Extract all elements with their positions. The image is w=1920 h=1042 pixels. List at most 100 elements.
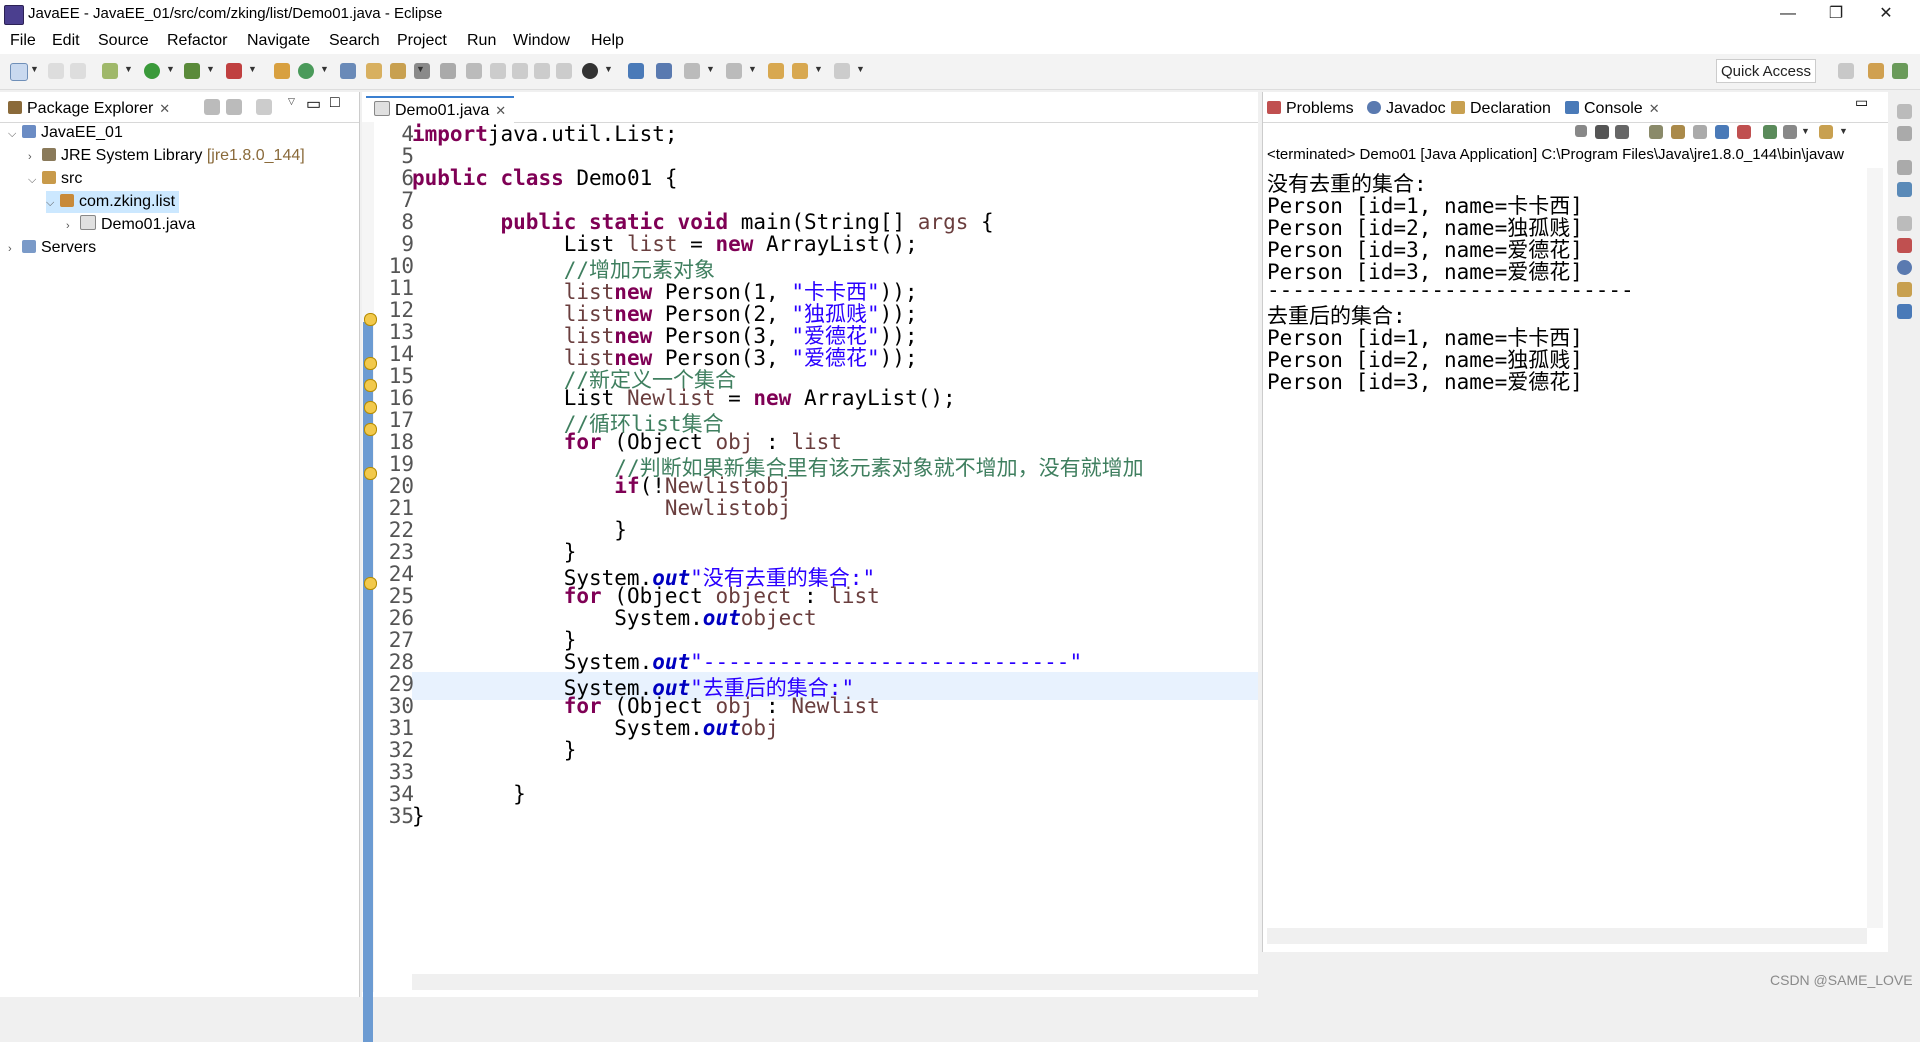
code-line[interactable]: public static void main(String[] args { xyxy=(412,210,994,234)
declaration-icon[interactable] xyxy=(1897,282,1912,297)
warning-icon[interactable] xyxy=(364,577,377,590)
chevron-down-icon[interactable]: ⌵ xyxy=(28,169,42,191)
chevron-down-icon[interactable]: ▼ xyxy=(706,64,715,74)
remove-all-icon[interactable] xyxy=(1615,125,1629,139)
chevron-down-icon[interactable]: ▼ xyxy=(206,64,215,74)
restore-icon[interactable] xyxy=(1897,104,1912,119)
collapse-all-icon[interactable] xyxy=(204,99,220,115)
link-with-editor-icon[interactable] xyxy=(226,99,242,115)
chevron-down-icon[interactable]: ▼ xyxy=(30,64,39,74)
new-class-icon[interactable] xyxy=(298,63,314,79)
menu-help[interactable]: Help xyxy=(591,32,624,50)
minimize-view-icon[interactable]: ▭ xyxy=(306,94,321,114)
code-line[interactable]: Newlistobj xyxy=(412,496,791,520)
warning-icon[interactable] xyxy=(364,423,377,436)
code-line[interactable]: } xyxy=(412,628,577,652)
show-stdout-icon[interactable] xyxy=(1715,125,1729,139)
menu-edit[interactable]: Edit xyxy=(52,32,80,50)
block-icon[interactable] xyxy=(490,63,506,79)
chevron-down-icon[interactable]: ▼ xyxy=(1801,126,1810,136)
coverage-icon[interactable] xyxy=(184,63,200,79)
chevron-right-icon[interactable]: › xyxy=(8,238,22,260)
menu-refactor[interactable]: Refactor xyxy=(167,32,227,50)
chevron-down-icon[interactable]: ▼ xyxy=(604,64,613,74)
code-line[interactable]: } xyxy=(412,804,425,828)
skip-breakpoints-icon[interactable] xyxy=(656,63,672,79)
code-line[interactable]: List Newlist = new ArrayList(); xyxy=(412,386,956,410)
open-folder-icon[interactable] xyxy=(366,63,382,79)
server-icon[interactable] xyxy=(582,63,598,79)
tree-item-servers[interactable]: › Servers xyxy=(8,237,96,259)
console-icon[interactable] xyxy=(1897,304,1912,319)
chevron-down-icon[interactable]: ▼ xyxy=(320,64,329,74)
show-whitespace-icon[interactable] xyxy=(512,63,528,79)
console-horizontal-scrollbar[interactable] xyxy=(1267,928,1867,944)
focus-icon[interactable] xyxy=(256,99,272,115)
view-menu-icon[interactable]: ▽ xyxy=(288,96,295,107)
save-icon[interactable] xyxy=(48,63,64,79)
close-icon[interactable]: ✕ xyxy=(1649,101,1660,116)
chevron-down-icon[interactable]: ▼ xyxy=(166,64,175,74)
restore-icon[interactable] xyxy=(1897,160,1912,175)
last-edit-icon[interactable] xyxy=(768,63,784,79)
menu-window[interactable]: Window xyxy=(513,32,570,50)
warning-icon[interactable] xyxy=(364,357,377,370)
tab-problems[interactable]: Problems xyxy=(1267,96,1354,122)
save-all-icon[interactable] xyxy=(70,63,86,79)
minimize-view-icon[interactable]: ▭ xyxy=(1855,94,1868,111)
console-output[interactable]: 没有去重的集合: Person [id=1, name=卡卡西] Person … xyxy=(1263,168,1867,928)
paragraph-icon[interactable] xyxy=(534,63,550,79)
word-wrap-icon[interactable] xyxy=(556,63,572,79)
menu-navigate[interactable]: Navigate xyxy=(247,32,310,50)
chevron-down-icon[interactable]: ⌵ xyxy=(8,123,22,145)
external-tools-icon[interactable] xyxy=(226,63,242,79)
code-line[interactable]: public class Demo01 { xyxy=(412,166,678,190)
chevron-right-icon[interactable]: › xyxy=(66,215,80,237)
editor-horizontal-scrollbar[interactable] xyxy=(412,974,1258,990)
next-annotation-icon[interactable] xyxy=(684,63,700,79)
show-stderr-icon[interactable] xyxy=(1737,125,1751,139)
chevron-down-icon[interactable]: ▼ xyxy=(748,64,757,74)
code-line[interactable]: System.outobj xyxy=(412,716,778,740)
console-vertical-scrollbar[interactable] xyxy=(1867,168,1883,928)
open-task-icon[interactable] xyxy=(390,63,406,79)
code-line[interactable]: } xyxy=(412,782,526,806)
run-icon[interactable] xyxy=(144,63,160,79)
warning-icon[interactable] xyxy=(364,379,377,392)
remove-launch-icon[interactable] xyxy=(1595,125,1609,139)
java-perspective-icon[interactable] xyxy=(1892,63,1908,79)
maximize-view-icon[interactable]: □ xyxy=(330,94,340,112)
code-line[interactable]: System.outobject xyxy=(412,606,816,630)
chevron-down-icon[interactable]: ▼ xyxy=(856,64,865,74)
menu-search[interactable]: Search xyxy=(329,32,380,50)
code-line[interactable]: if(!Newlistobj xyxy=(412,474,791,498)
warning-icon[interactable] xyxy=(364,467,377,480)
restore-icon[interactable] xyxy=(1897,216,1912,231)
open-type-icon[interactable] xyxy=(340,63,356,79)
new-icon[interactable] xyxy=(10,63,28,81)
task-list-icon[interactable] xyxy=(1897,182,1912,197)
tab-console[interactable]: Console ✕ xyxy=(1561,96,1664,122)
minimize-button[interactable]: — xyxy=(1764,0,1812,28)
tree-item-project[interactable]: ⌵ JavaEE_01 xyxy=(8,122,123,144)
code-line[interactable]: } xyxy=(412,738,577,762)
close-window-button[interactable]: ✕ xyxy=(1862,0,1910,28)
chevron-right-icon[interactable]: › xyxy=(28,146,42,168)
javadoc-icon[interactable] xyxy=(1897,260,1912,275)
open-perspective-icon[interactable] xyxy=(1838,63,1854,79)
close-icon[interactable]: ✕ xyxy=(159,101,170,116)
scroll-lock-icon[interactable] xyxy=(1671,125,1685,139)
java-ee-perspective-icon[interactable] xyxy=(1868,63,1884,79)
code-line[interactable]: for (Object obj : Newlist xyxy=(412,694,880,718)
chevron-down-icon[interactable]: ▼ xyxy=(124,64,133,74)
debug-icon[interactable] xyxy=(102,63,118,79)
new-java-project-icon[interactable] xyxy=(274,63,290,79)
tree-item-package[interactable]: ⌵ com.zking.list xyxy=(46,191,180,213)
code-line[interactable]: for (Object object : list xyxy=(412,584,880,608)
display-console-icon[interactable] xyxy=(1783,125,1797,139)
open-console-icon[interactable] xyxy=(1819,125,1833,139)
console-icon[interactable] xyxy=(628,63,644,79)
menu-run[interactable]: Run xyxy=(467,32,496,50)
tree-item-src[interactable]: ⌵ src xyxy=(28,168,82,190)
problems-icon[interactable] xyxy=(1897,238,1912,253)
